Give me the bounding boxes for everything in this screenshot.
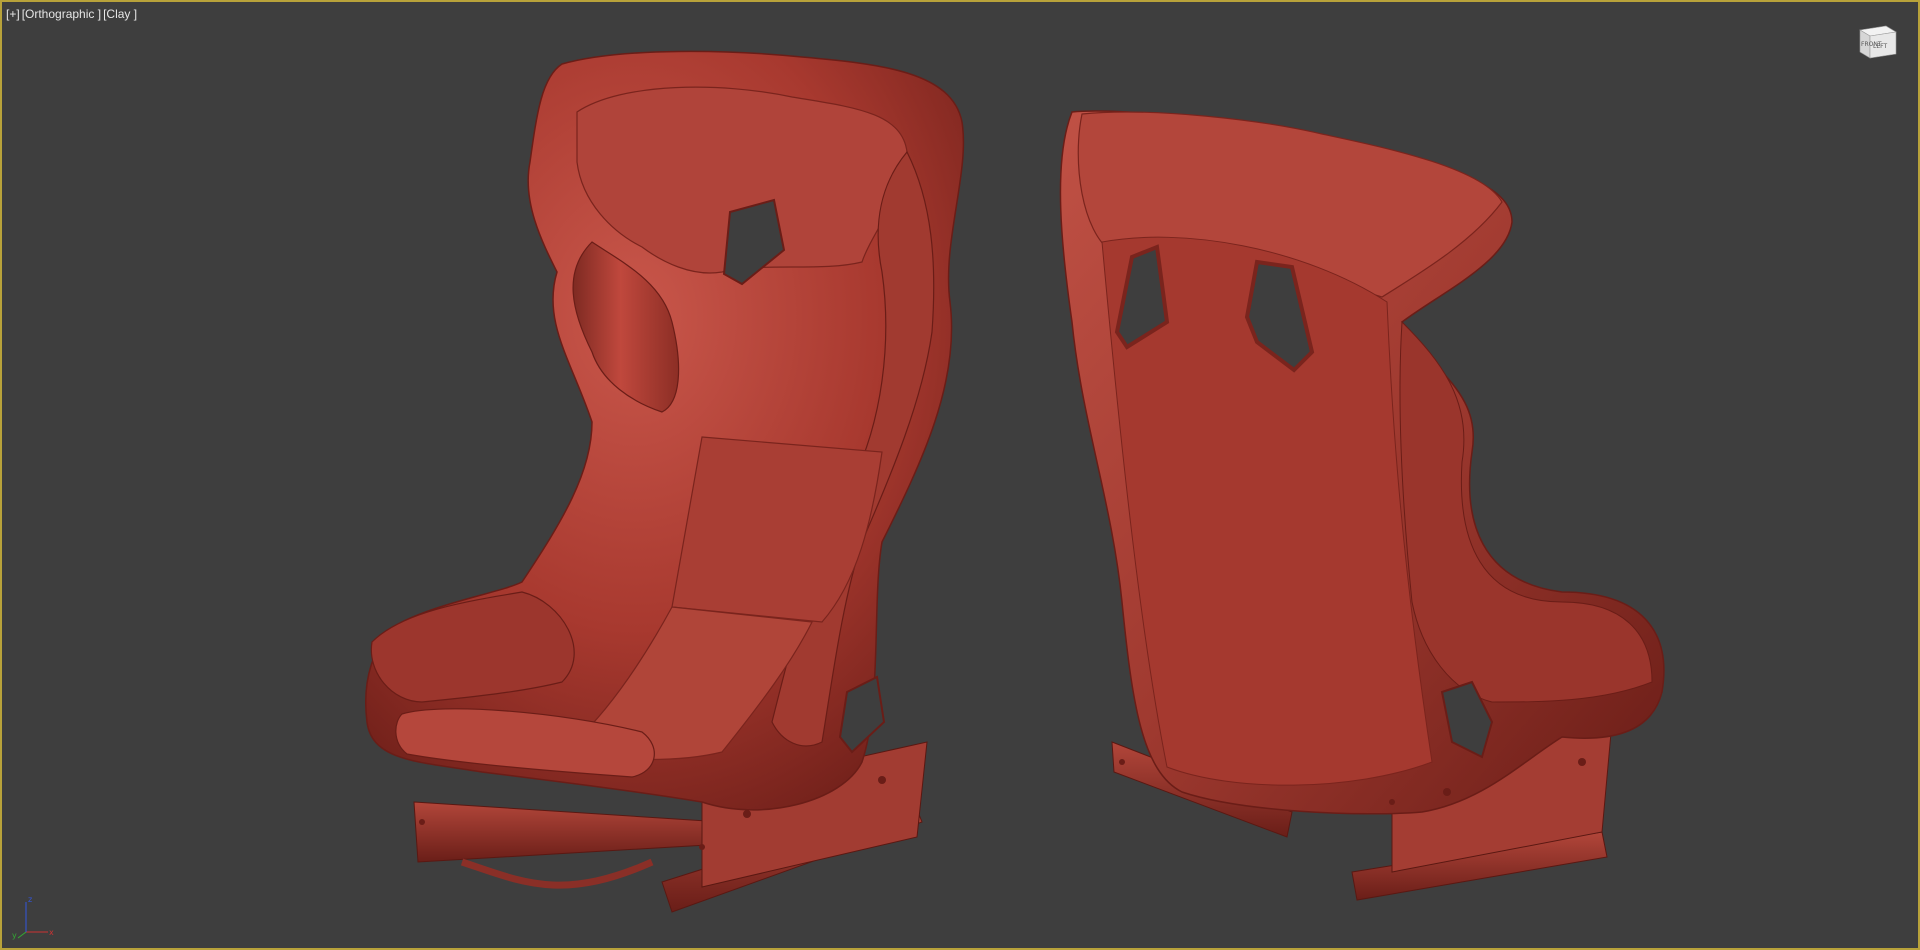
axis-y-label: y: [12, 931, 17, 940]
viewcube-icon[interactable]: LEFT FRONT: [1856, 22, 1900, 62]
racing-seat-back[interactable]: [1059, 110, 1665, 901]
viewcube-face-front: FRONT: [1861, 41, 1882, 48]
axis-tripod-icon: x y z: [12, 895, 54, 940]
seat-front-bar: [460, 858, 654, 889]
axis-x-label: x: [49, 928, 54, 937]
axis-z-label: z: [28, 895, 32, 904]
racing-seat-front[interactable]: [365, 50, 965, 913]
seat-back-flank: [1399, 320, 1653, 703]
scene-render[interactable]: [2, 2, 1918, 948]
seat-front-rail-left: [413, 801, 725, 863]
perspective-viewport[interactable]: [+] [Orthographic ] [Clay ] LEFT FRONT x…: [0, 0, 1920, 950]
seat-front-leg-bolster: [370, 591, 575, 703]
